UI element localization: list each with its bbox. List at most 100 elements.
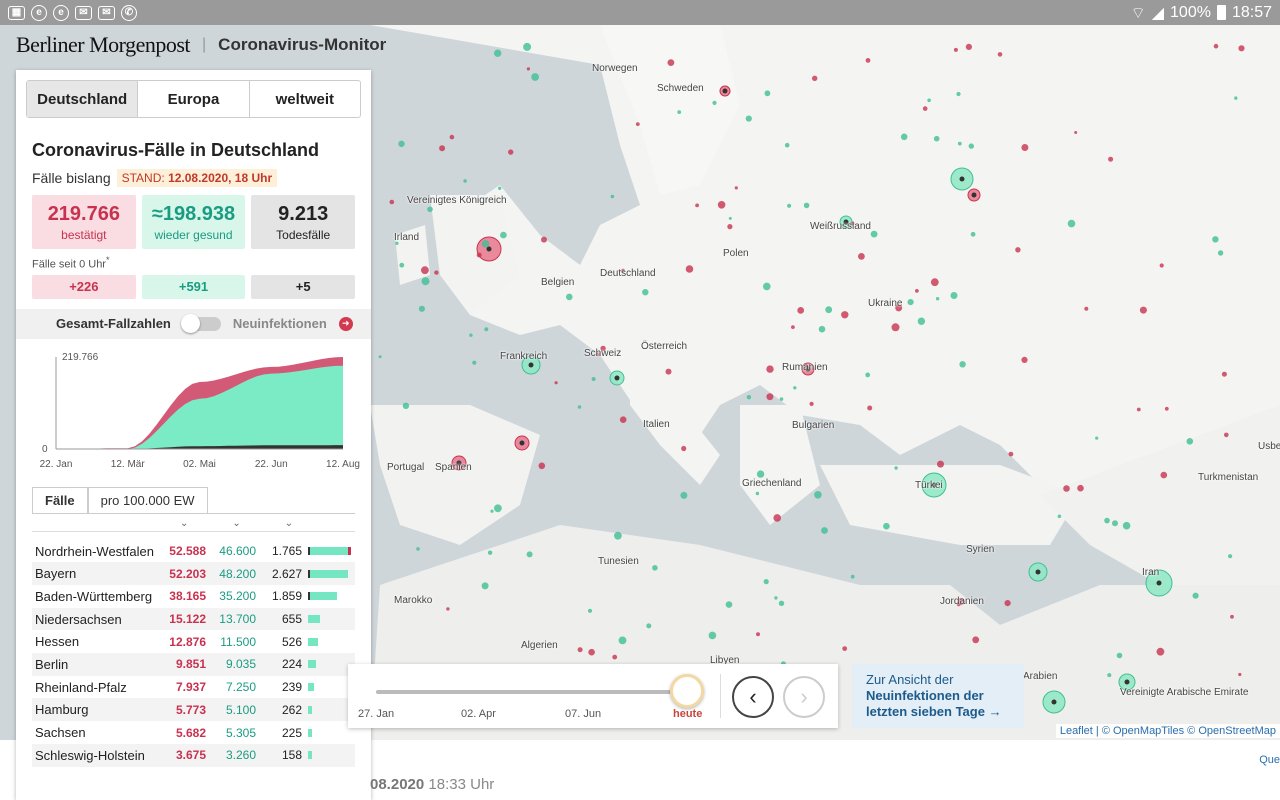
case-marker-small[interactable] bbox=[418, 305, 425, 312]
case-marker-small[interactable] bbox=[481, 582, 489, 590]
case-marker-small[interactable] bbox=[566, 293, 573, 301]
case-marker-small[interactable] bbox=[965, 43, 973, 50]
prev-button[interactable]: ‹ bbox=[732, 676, 774, 718]
case-marker-small[interactable] bbox=[587, 608, 593, 613]
case-marker-small[interactable] bbox=[1234, 96, 1238, 100]
case-marker-small[interactable] bbox=[1067, 219, 1076, 228]
case-marker-small[interactable] bbox=[809, 401, 814, 406]
case-marker-small[interactable] bbox=[554, 381, 558, 385]
sort-deaths-icon[interactable]: ⌄ bbox=[285, 518, 293, 531]
case-marker-small[interactable] bbox=[500, 231, 507, 239]
case-marker-small[interactable] bbox=[1238, 672, 1242, 677]
table-row[interactable]: Hamburg 5.773 5.100 262 bbox=[32, 698, 355, 722]
case-marker-small[interactable] bbox=[1164, 406, 1169, 411]
case-marker-small[interactable] bbox=[508, 149, 514, 155]
case-marker-small[interactable] bbox=[619, 416, 627, 424]
sort-recovered-icon[interactable]: ⌄ bbox=[232, 518, 240, 531]
case-marker-small[interactable] bbox=[858, 253, 865, 260]
case-marker-small[interactable] bbox=[870, 230, 878, 238]
table-row[interactable]: Hessen 12.876 11.500 526 bbox=[32, 630, 355, 653]
case-marker-small[interactable] bbox=[959, 361, 966, 368]
case-marker-small[interactable] bbox=[850, 574, 855, 579]
table-row[interactable]: Berlin 9.851 9.035 224 bbox=[32, 653, 355, 676]
case-marker-small[interactable] bbox=[1084, 306, 1089, 311]
case-marker-small[interactable] bbox=[421, 266, 429, 275]
case-marker-small[interactable] bbox=[1077, 484, 1084, 492]
case-marker-small[interactable] bbox=[779, 397, 784, 401]
case-marker-small[interactable] bbox=[764, 90, 771, 97]
case-marker-small[interactable] bbox=[717, 201, 726, 209]
case-marker-small[interactable] bbox=[763, 579, 769, 585]
case-marker-small[interactable] bbox=[484, 327, 489, 332]
case-marker-small[interactable] bbox=[1212, 236, 1219, 243]
case-marker-small[interactable] bbox=[1228, 554, 1233, 559]
case-marker-small[interactable] bbox=[725, 601, 733, 608]
case-marker-small[interactable] bbox=[746, 395, 752, 400]
case-marker-small[interactable] bbox=[667, 59, 675, 66]
case-marker-small[interactable] bbox=[1221, 371, 1227, 377]
case-marker-small[interactable] bbox=[867, 405, 873, 411]
case-marker-small[interactable] bbox=[538, 462, 546, 470]
table-row[interactable]: Sachsen 5.682 5.305 225 bbox=[32, 721, 355, 744]
case-marker-small[interactable] bbox=[812, 75, 818, 81]
case-marker-small[interactable] bbox=[1238, 45, 1245, 52]
new-infections-link[interactable]: Zur Ansicht der Neuinfektionen der letzt… bbox=[852, 664, 1024, 728]
case-marker-small[interactable] bbox=[784, 142, 790, 148]
case-marker-small[interactable] bbox=[469, 333, 473, 337]
case-marker-small[interactable] bbox=[1107, 673, 1112, 678]
case-marker-small[interactable] bbox=[378, 355, 382, 359]
case-marker-small[interactable] bbox=[695, 203, 699, 208]
case-marker-small[interactable] bbox=[476, 252, 482, 258]
next-button[interactable]: › bbox=[783, 676, 825, 718]
timeline-track[interactable] bbox=[376, 690, 688, 694]
case-marker-small[interactable] bbox=[523, 42, 532, 51]
table-row[interactable]: Bayern 52.203 48.200 2.627 bbox=[32, 562, 355, 586]
case-marker-small[interactable] bbox=[1224, 432, 1229, 438]
case-marker-small[interactable] bbox=[778, 600, 785, 606]
case-marker-small[interactable] bbox=[727, 224, 733, 230]
case-marker-small[interactable] bbox=[825, 306, 833, 314]
case-marker-small[interactable] bbox=[968, 143, 974, 149]
footer-corner-link[interactable]: Que bbox=[1259, 754, 1280, 766]
brand-logo[interactable]: Berliner Morgenpost bbox=[16, 32, 191, 58]
case-marker-small[interactable] bbox=[956, 91, 961, 97]
case-marker-small[interactable] bbox=[652, 565, 658, 571]
case-marker-small[interactable] bbox=[950, 292, 958, 299]
case-marker-small[interactable] bbox=[883, 522, 890, 530]
case-marker-small[interactable] bbox=[494, 504, 502, 513]
case-marker-small[interactable] bbox=[577, 405, 582, 409]
tab-weltweit[interactable]: weltweit bbox=[250, 81, 360, 117]
case-marker-small[interactable] bbox=[891, 323, 900, 332]
case-marker-small[interactable] bbox=[399, 262, 405, 268]
case-marker-small[interactable] bbox=[434, 270, 439, 275]
case-marker-small[interactable] bbox=[618, 636, 627, 645]
case-marker-small[interactable] bbox=[402, 402, 410, 409]
case-marker-small[interactable] bbox=[1015, 247, 1021, 253]
case-marker-small[interactable] bbox=[1159, 263, 1164, 268]
case-marker-small[interactable] bbox=[937, 460, 944, 468]
case-marker-small[interactable] bbox=[1004, 600, 1011, 607]
case-marker-small[interactable] bbox=[933, 135, 940, 142]
case-marker-small[interactable] bbox=[791, 325, 795, 329]
case-marker-small[interactable] bbox=[1008, 451, 1014, 457]
case-marker-small[interactable] bbox=[917, 317, 926, 325]
case-marker-small[interactable] bbox=[487, 550, 493, 555]
case-marker-small[interactable] bbox=[449, 134, 455, 140]
case-marker-small[interactable] bbox=[821, 527, 828, 534]
tab-per-100k[interactable]: pro 100.000 EW bbox=[87, 486, 208, 513]
case-marker-small[interactable] bbox=[446, 607, 450, 611]
case-marker-small[interactable] bbox=[818, 325, 826, 333]
case-marker-small[interactable] bbox=[677, 110, 682, 114]
case-marker-small[interactable] bbox=[1057, 514, 1062, 519]
case-marker-small[interactable] bbox=[1139, 306, 1147, 314]
case-marker-small[interactable] bbox=[1192, 592, 1199, 599]
case-marker-small[interactable] bbox=[774, 596, 778, 600]
case-marker-small[interactable] bbox=[814, 491, 822, 499]
case-marker-small[interactable] bbox=[803, 202, 810, 209]
case-marker-small[interactable] bbox=[972, 636, 980, 644]
case-marker-small[interactable] bbox=[681, 445, 687, 452]
case-marker-small[interactable] bbox=[797, 307, 805, 314]
case-marker-small[interactable] bbox=[1213, 43, 1219, 49]
case-marker-small[interactable] bbox=[1136, 407, 1141, 412]
case-marker-small[interactable] bbox=[577, 647, 583, 653]
